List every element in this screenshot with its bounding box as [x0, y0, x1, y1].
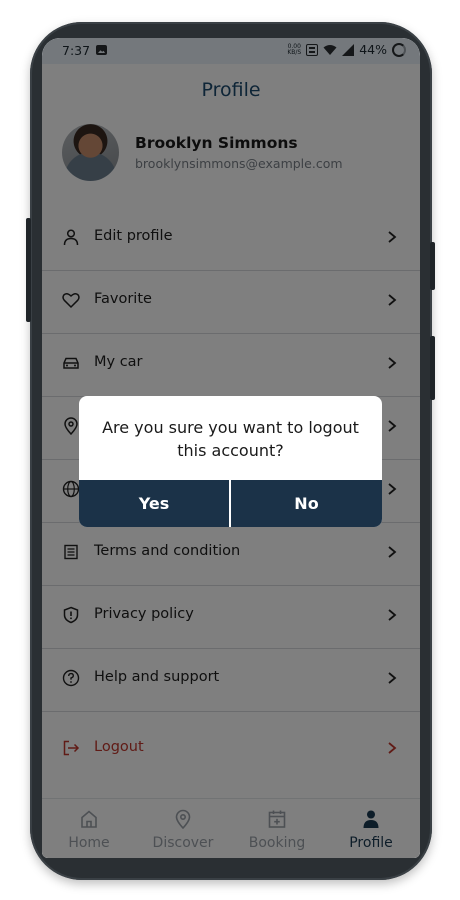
yes-button[interactable]: Yes [79, 480, 229, 527]
power-button [430, 242, 435, 290]
logout-confirm-dialog: Are you sure you want to logout this acc… [79, 396, 382, 527]
no-button[interactable]: No [231, 480, 382, 527]
app-screen: 7:37 0.00 KB/S 44% Profile Brooklyn Simm… [42, 38, 420, 858]
side-button [430, 336, 435, 400]
volume-button [26, 218, 31, 322]
dialog-message: Are you sure you want to logout this acc… [102, 418, 359, 460]
